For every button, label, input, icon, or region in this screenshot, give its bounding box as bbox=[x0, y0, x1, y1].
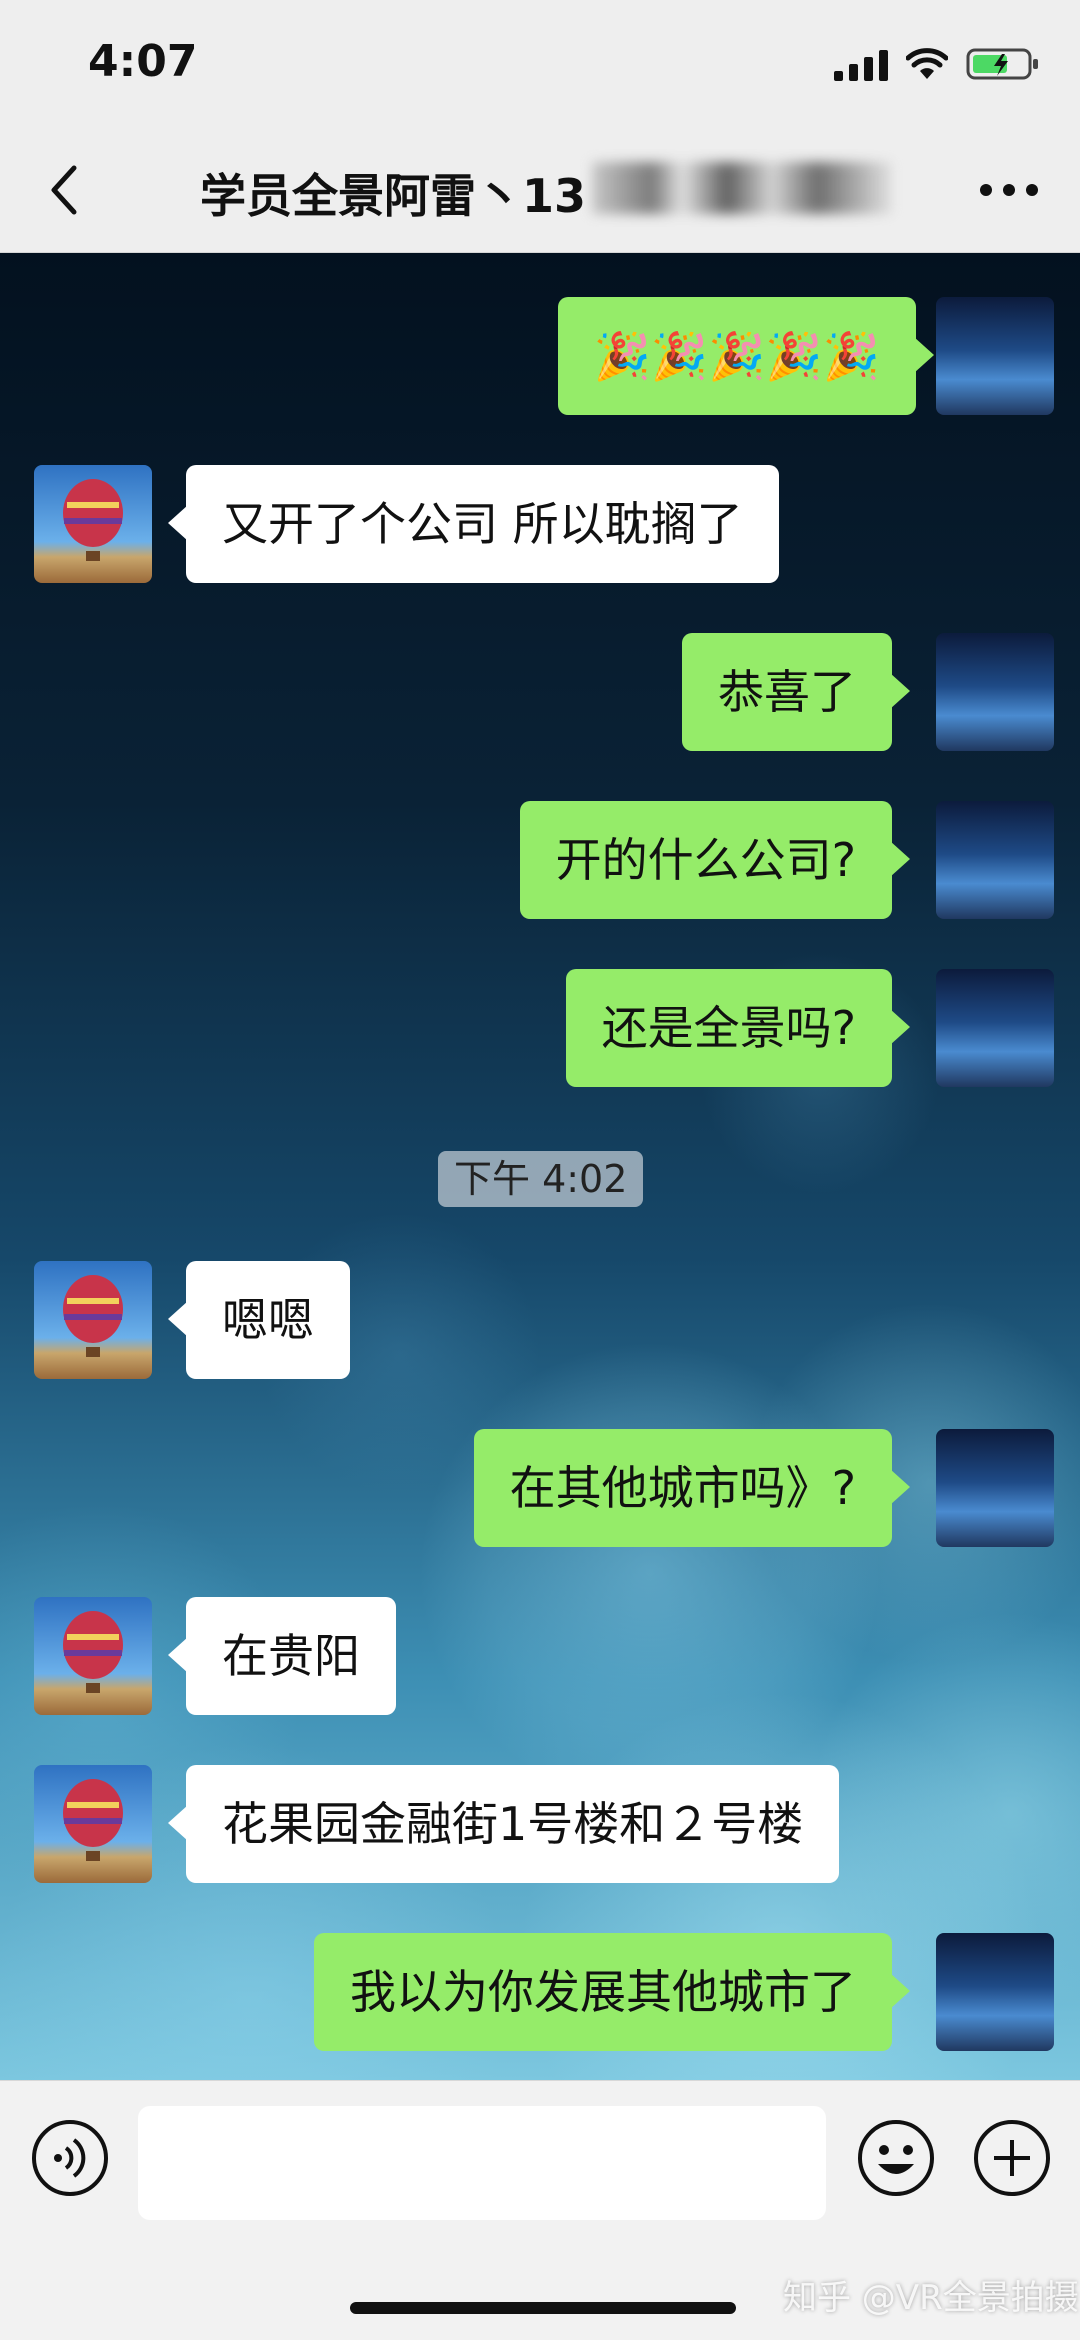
message-row: 🎉🎉🎉🎉🎉 bbox=[0, 297, 1080, 417]
balloon-icon bbox=[63, 1779, 123, 1861]
message-row: 花果园金融街1号楼和２号楼 bbox=[0, 1765, 1080, 1885]
my-avatar[interactable] bbox=[936, 969, 1054, 1087]
message-row: 在贵阳 bbox=[0, 1597, 1080, 1717]
chat-title: 学员全景阿雷丶13 bbox=[200, 169, 587, 223]
chat-area[interactable]: 🎉🎉🎉🎉🎉 又开了个公司 所以耽搁了 恭喜了 开的什么公司? 还是全景吗? 下午… bbox=[0, 253, 1080, 2080]
timestamp-label: 下午 4:02 bbox=[438, 1151, 644, 1207]
contact-avatar[interactable] bbox=[34, 1597, 152, 1715]
top-bar: 4:07 学员全景阿雷丶13 bbox=[0, 0, 1080, 253]
my-avatar[interactable] bbox=[936, 633, 1054, 751]
message-row: 我以为你发展其他城市了 bbox=[0, 1933, 1080, 2053]
signal-icon bbox=[834, 47, 888, 81]
balloon-icon bbox=[63, 479, 123, 561]
message-row: 在其他城市吗》? bbox=[0, 1429, 1080, 1549]
home-indicator[interactable] bbox=[350, 2302, 736, 2314]
status-time: 4:07 bbox=[88, 36, 198, 87]
contact-avatar[interactable] bbox=[34, 1261, 152, 1379]
my-avatar[interactable] bbox=[936, 801, 1054, 919]
redacted-number bbox=[592, 162, 892, 214]
my-avatar[interactable] bbox=[936, 1429, 1054, 1547]
contact-avatar[interactable] bbox=[34, 1765, 152, 1883]
my-avatar[interactable] bbox=[936, 1933, 1054, 2051]
received-bubble[interactable]: 嗯嗯 bbox=[168, 1261, 350, 1379]
received-bubble[interactable]: 在贵阳 bbox=[168, 1597, 396, 1715]
battery-icon bbox=[966, 48, 1038, 80]
sent-bubble[interactable]: 开的什么公司? bbox=[519, 801, 911, 919]
sent-bubble[interactable]: 恭喜了 bbox=[682, 633, 910, 751]
sent-bubble[interactable]: 我以为你发展其他城市了 bbox=[314, 1933, 910, 2051]
watermark: 知乎 @VR全景拍摄 bbox=[783, 2278, 1079, 2318]
back-icon[interactable] bbox=[40, 160, 90, 220]
message-input[interactable] bbox=[138, 2106, 826, 2220]
voice-icon[interactable] bbox=[30, 2118, 110, 2198]
message-row: 嗯嗯 bbox=[0, 1261, 1080, 1381]
balloon-icon bbox=[63, 1275, 123, 1357]
balloon-icon bbox=[63, 1611, 123, 1693]
received-bubble[interactable]: 又开了个公司 所以耽搁了 bbox=[168, 465, 779, 583]
wifi-icon bbox=[906, 48, 948, 79]
message-row: 还是全景吗? bbox=[0, 969, 1080, 1089]
received-bubble[interactable]: 花果园金融街1号楼和２号楼 bbox=[167, 1765, 840, 1883]
sent-bubble[interactable]: 🎉🎉🎉🎉🎉 bbox=[557, 297, 935, 415]
message-row: 又开了个公司 所以耽搁了 bbox=[0, 465, 1080, 585]
sent-bubble[interactable]: 在其他城市吗》? bbox=[473, 1429, 911, 1547]
plus-icon[interactable] bbox=[972, 2118, 1052, 2198]
emoji-icon[interactable] bbox=[856, 2118, 936, 2198]
contact-avatar[interactable] bbox=[34, 465, 152, 583]
message-row: 恭喜了 bbox=[0, 633, 1080, 753]
status-icons bbox=[834, 46, 1040, 82]
more-icon[interactable] bbox=[974, 170, 1044, 210]
my-avatar[interactable] bbox=[936, 297, 1054, 415]
sent-bubble[interactable]: 还是全景吗? bbox=[565, 969, 911, 1087]
message-row: 开的什么公司? bbox=[0, 801, 1080, 921]
